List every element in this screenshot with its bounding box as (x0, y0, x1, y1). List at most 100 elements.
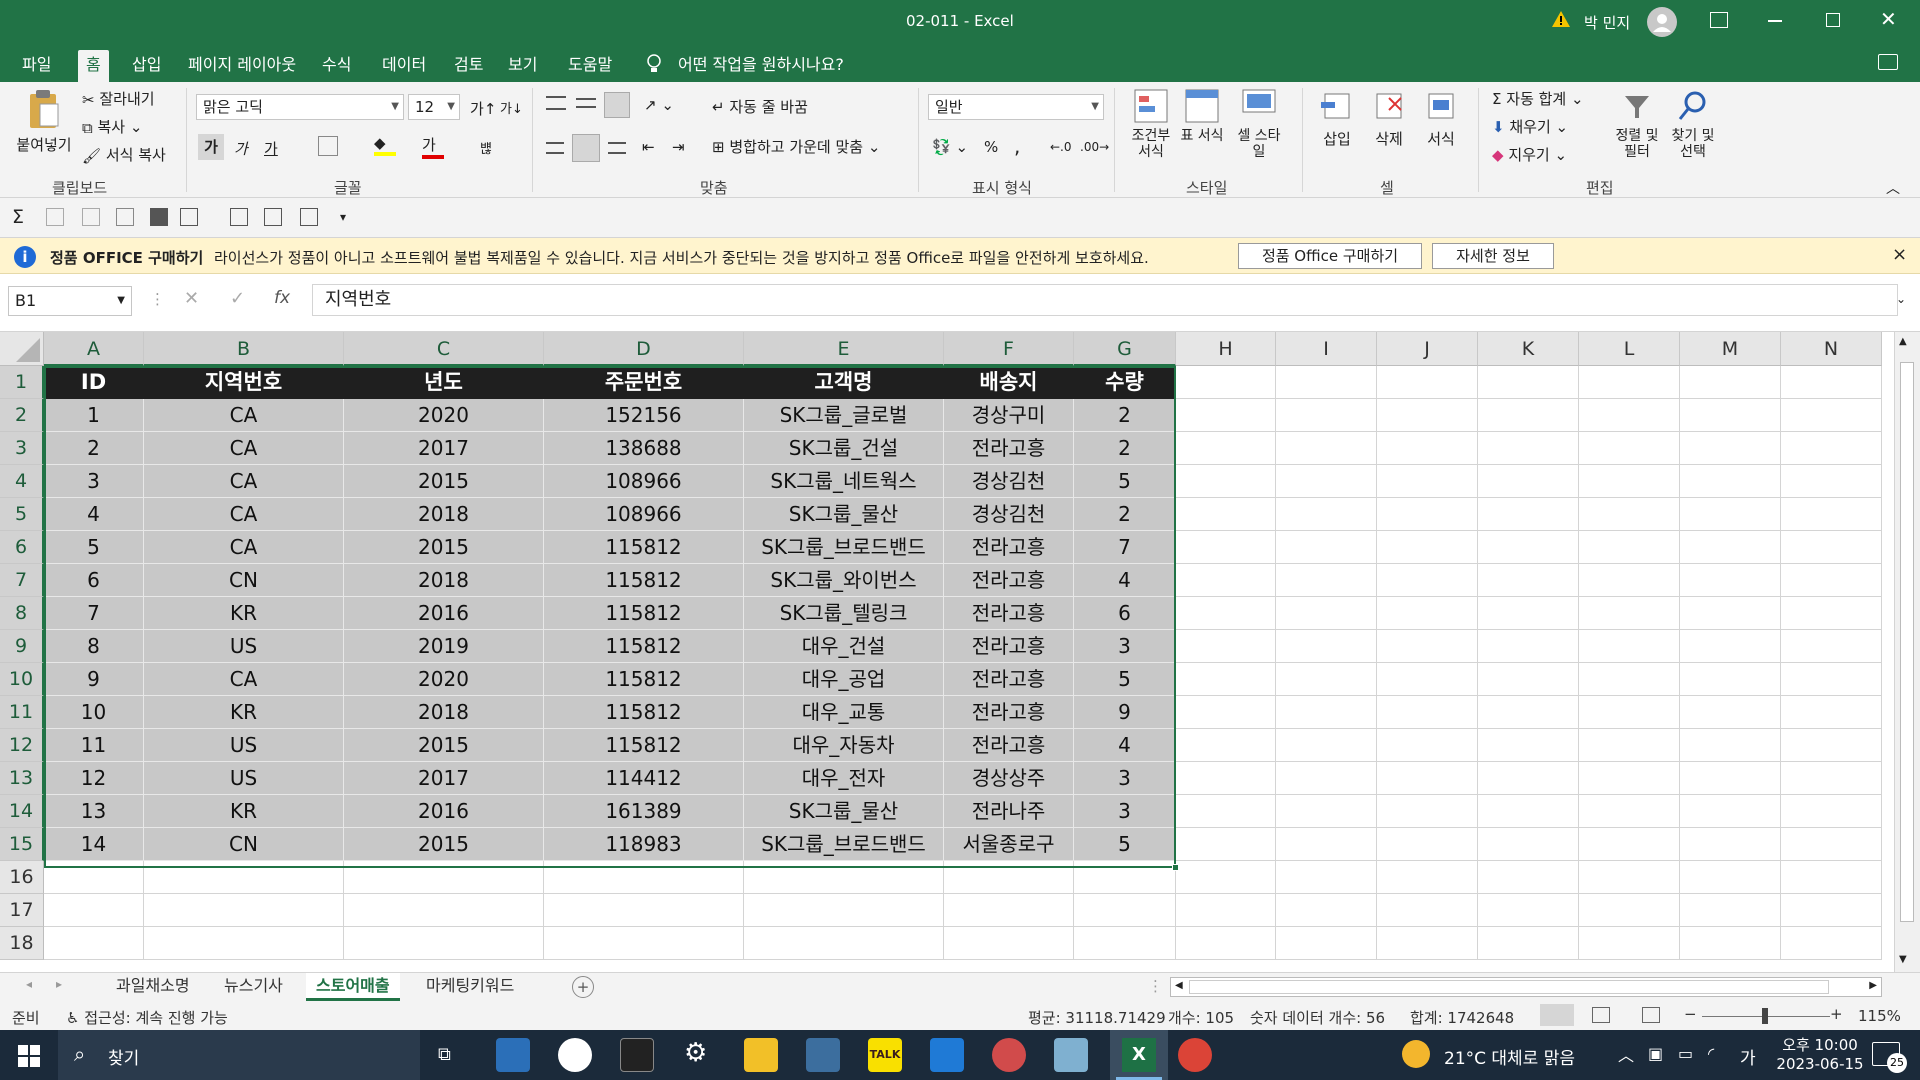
row-header[interactable]: 1 (0, 366, 44, 399)
select-all-button[interactable] (0, 332, 44, 366)
cell[interactable]: 161389 (544, 795, 744, 828)
settings-icon[interactable]: ⚙ (684, 1038, 707, 1068)
close-icon[interactable]: × (1892, 244, 1907, 265)
cell[interactable]: 115812 (544, 597, 744, 630)
row-header[interactable]: 9 (0, 630, 44, 663)
formula-input[interactable]: 지역번호 (312, 284, 1898, 316)
calculator-icon[interactable] (806, 1038, 840, 1072)
cell[interactable] (1276, 399, 1377, 432)
column-header[interactable]: E (744, 332, 944, 366)
cell[interactable] (1579, 597, 1680, 630)
sigma-icon[interactable]: Σ (12, 206, 24, 228)
cell[interactable] (1377, 795, 1478, 828)
cell[interactable]: 2 (44, 432, 144, 465)
taskbar-search[interactable]: ⌕ 찾기 (58, 1030, 420, 1080)
cell[interactable]: US (144, 729, 344, 762)
cell[interactable] (1074, 894, 1176, 927)
cell[interactable]: 서울종로구 (944, 828, 1074, 861)
column-header[interactable]: M (1680, 332, 1781, 366)
cell[interactable]: CA (144, 399, 344, 432)
cell[interactable] (1276, 564, 1377, 597)
cell[interactable] (1377, 729, 1478, 762)
next-sheet-icon[interactable]: ▸ (56, 977, 62, 991)
cell[interactable] (1276, 795, 1377, 828)
cell[interactable] (1781, 531, 1882, 564)
cell[interactable] (1377, 597, 1478, 630)
row-header[interactable]: 11 (0, 696, 44, 729)
cell[interactable]: 2 (1074, 498, 1176, 531)
collapse-ribbon-icon[interactable]: ︿ (1886, 178, 1900, 198)
cell[interactable]: 115812 (544, 663, 744, 696)
cell[interactable] (1781, 564, 1882, 597)
cell[interactable] (1781, 696, 1882, 729)
cell[interactable] (1781, 828, 1882, 861)
cell[interactable]: 2015 (344, 531, 544, 564)
cell[interactable] (1579, 729, 1680, 762)
sort-filter-button[interactable]: 정렬 및 필터 (1610, 88, 1664, 172)
cell[interactable] (1680, 927, 1781, 960)
cell[interactable] (1781, 399, 1882, 432)
customize-toolbar-icon[interactable]: ▾ (340, 210, 346, 224)
fill-button[interactable]: ⬇ 채우기 ⌄ (1492, 116, 1568, 137)
fill-handle[interactable] (1172, 864, 1179, 871)
cell[interactable]: 5 (1074, 663, 1176, 696)
page-layout-view-icon[interactable] (1592, 1007, 1610, 1023)
tray-icon[interactable]: ▣ (1648, 1044, 1663, 1063)
row-header[interactable]: 15 (0, 828, 44, 861)
cell[interactable]: 5 (1074, 828, 1176, 861)
align-top-icon[interactable] (546, 96, 566, 110)
column-header[interactable]: J (1377, 332, 1478, 366)
buy-office-button[interactable]: 정품 Office 구매하기 (1238, 243, 1422, 269)
scroll-right-icon[interactable]: ▶ (1869, 980, 1877, 991)
sheet-tab[interactable]: 마케팅키워드 (416, 973, 524, 1001)
cell[interactable] (1176, 861, 1276, 894)
cell[interactable] (1781, 498, 1882, 531)
cell[interactable] (1781, 366, 1882, 399)
fill-color-button[interactable]: ◆ (374, 134, 396, 156)
cell[interactable] (1377, 828, 1478, 861)
cell[interactable]: 13 (44, 795, 144, 828)
column-header[interactable]: A (44, 332, 144, 366)
cell[interactable]: 전라고흥 (944, 630, 1074, 663)
cell[interactable] (1680, 696, 1781, 729)
row-header[interactable]: 17 (0, 894, 44, 927)
cell[interactable]: 전라나주 (944, 795, 1074, 828)
cancel-icon[interactable]: ✕ (184, 288, 199, 309)
cell[interactable] (344, 927, 544, 960)
align-middle-icon[interactable] (576, 98, 596, 108)
scrollbar-thumb[interactable] (1900, 362, 1914, 922)
cell[interactable]: 9 (44, 663, 144, 696)
cell[interactable] (1377, 663, 1478, 696)
row-header[interactable]: 2 (0, 399, 44, 432)
cut-button[interactable]: ✂ 잘라내기 (82, 88, 155, 109)
cell[interactable]: 대우_자동차 (744, 729, 944, 762)
cell[interactable]: 3 (1074, 762, 1176, 795)
cell[interactable] (144, 894, 344, 927)
cell[interactable] (1478, 729, 1579, 762)
format-cells-button[interactable]: 서식 (1418, 88, 1464, 172)
cell[interactable]: 경상김천 (944, 465, 1074, 498)
cell[interactable]: 경상상주 (944, 762, 1074, 795)
cell[interactable] (1176, 894, 1276, 927)
cell[interactable]: 2018 (344, 696, 544, 729)
cell[interactable] (1276, 531, 1377, 564)
column-header[interactable]: C (344, 332, 544, 366)
chevron-up-icon[interactable]: ︿ (1618, 1042, 1634, 1066)
cell[interactable]: 3 (1074, 630, 1176, 663)
cell[interactable]: 전라고흥 (944, 432, 1074, 465)
underline-button[interactable]: 가 (264, 138, 278, 159)
toolbar-icon[interactable] (82, 208, 100, 226)
cell[interactable]: 전라고흥 (944, 564, 1074, 597)
cell[interactable] (1176, 663, 1276, 696)
terminal-icon[interactable] (620, 1038, 654, 1072)
cell[interactable] (1478, 564, 1579, 597)
notifications-icon[interactable]: 25 (1872, 1042, 1907, 1073)
cell[interactable] (1176, 399, 1276, 432)
cell[interactable] (744, 861, 944, 894)
autosum-button[interactable]: Σ 자동 합계 ⌄ (1492, 88, 1584, 109)
cell[interactable] (1478, 663, 1579, 696)
cell[interactable]: 대우_공업 (744, 663, 944, 696)
cell[interactable] (1478, 828, 1579, 861)
cell[interactable] (1377, 927, 1478, 960)
cell[interactable]: 3 (1074, 795, 1176, 828)
